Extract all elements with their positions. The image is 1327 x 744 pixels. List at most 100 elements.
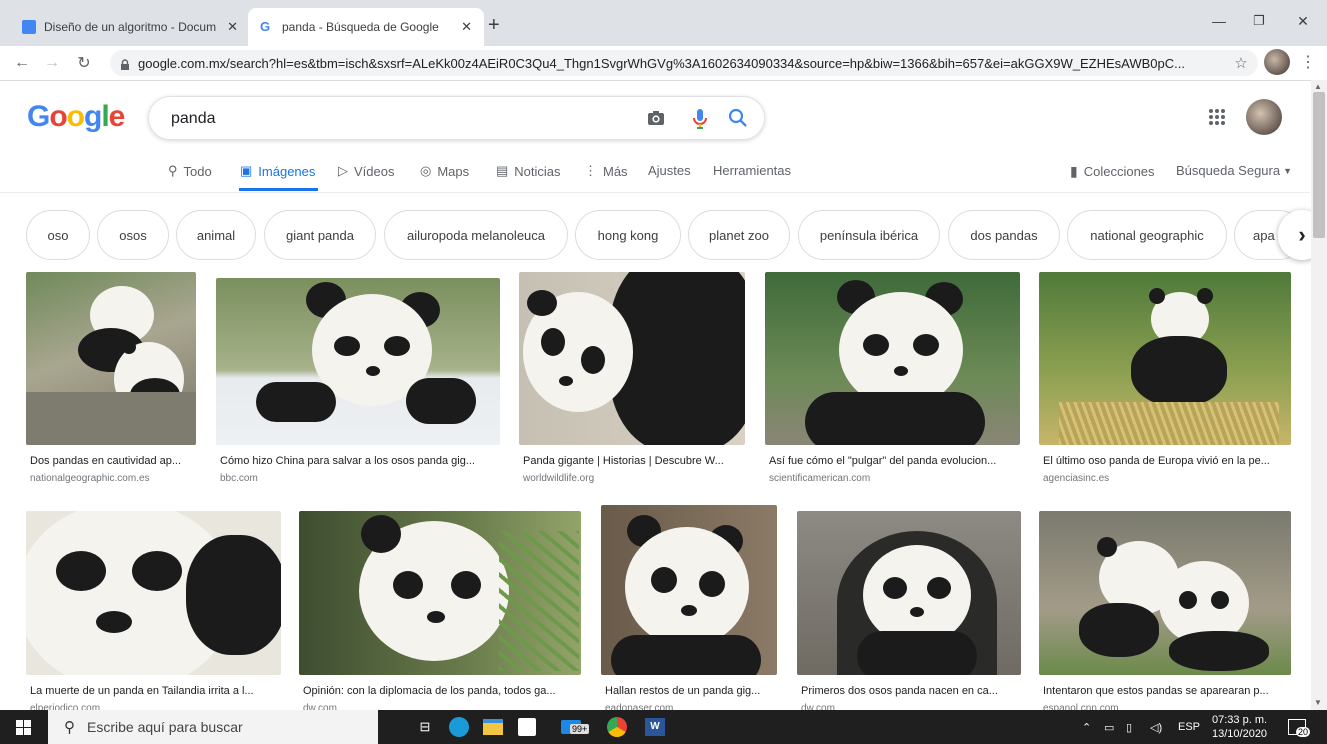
collections-link[interactable]: ▮ Colecciones <box>1070 163 1155 180</box>
panda-head <box>625 527 749 647</box>
tray-chevron-up-icon[interactable]: ⌃ <box>1082 710 1091 744</box>
panda-eye-patch <box>581 346 605 374</box>
tray-battery-icon[interactable]: ▯ <box>1126 710 1132 744</box>
apps-grid-icon[interactable] <box>1208 108 1226 131</box>
account-avatar[interactable] <box>1246 99 1282 135</box>
bookmark-icon: ▮ <box>1070 163 1078 179</box>
chip-dos-pandas[interactable]: dos pandas <box>948 210 1060 260</box>
tab-mas[interactable]: ⋮ Más <box>584 163 628 179</box>
panda-head <box>863 545 971 645</box>
result-title[interactable]: Así fue cómo el "pulgar" del panda evolu… <box>769 455 1020 467</box>
task-view-icon[interactable]: ⊟ <box>412 714 438 740</box>
chip-ailuropoda[interactable]: ailuropoda melanoleuca <box>384 210 568 260</box>
file-explorer-icon[interactable] <box>480 714 506 740</box>
tray-volume-icon[interactable]: ◁) <box>1150 710 1162 744</box>
search-icon: ⚲ <box>168 163 178 178</box>
chip-animal[interactable]: animal <box>176 210 256 260</box>
result-source[interactable]: nationalgeographic.com.es <box>30 473 150 484</box>
chip-hong-kong[interactable]: hong kong <box>575 210 681 260</box>
restore-icon[interactable]: ❐ <box>1236 6 1282 36</box>
result-thumbnail[interactable] <box>519 272 745 445</box>
tab-ajustes[interactable]: Ajustes <box>648 163 691 178</box>
result-title[interactable]: La muerte de un panda en Tailandia irrit… <box>30 685 281 697</box>
result-title[interactable]: El último oso panda de Europa vivió en l… <box>1043 455 1291 467</box>
result-thumbnail[interactable] <box>797 511 1021 675</box>
language-indicator[interactable]: ESP <box>1178 710 1200 744</box>
tab-noticias[interactable]: ▤ Noticias <box>496 163 561 179</box>
google-logo[interactable]: Google <box>27 100 125 134</box>
result-thumbnail[interactable] <box>26 511 281 675</box>
chip-osos[interactable]: osos <box>97 210 169 260</box>
result-thumbnail[interactable] <box>601 505 777 675</box>
windows-taskbar: ⚲ Escribe aquí para buscar ⊟ 99+ W ⌃ ▭ ▯… <box>0 710 1327 744</box>
panda-body <box>1131 336 1227 406</box>
result-thumbnail[interactable] <box>216 278 500 445</box>
microphone-icon[interactable] <box>689 107 713 131</box>
result-title[interactable]: Intentaron que estos pandas se aparearan… <box>1043 685 1291 697</box>
windows-start-icon[interactable] <box>16 720 31 740</box>
result-thumbnail[interactable] <box>1039 272 1291 445</box>
back-icon[interactable]: ← <box>10 51 34 75</box>
search-icon[interactable] <box>727 107 751 131</box>
result-thumbnail[interactable] <box>765 272 1020 445</box>
result-title[interactable]: Cómo hizo China para salvar a los osos p… <box>220 455 496 467</box>
profile-avatar[interactable] <box>1264 49 1290 75</box>
result-title[interactable]: Primeros dos osos panda nacen en ca... <box>801 685 1021 697</box>
panda-nose <box>366 366 380 376</box>
result-source[interactable]: worldwildlife.org <box>523 473 594 484</box>
tab-todo[interactable]: ⚲ Todo <box>168 163 212 179</box>
taskbar-search[interactable]: ⚲ Escribe aquí para buscar <box>48 710 378 744</box>
bookmark-star-icon[interactable]: ☆ <box>1230 54 1252 72</box>
window-close-icon[interactable]: ✕ <box>1280 6 1326 36</box>
scrollbar-thumb[interactable] <box>1313 92 1325 238</box>
result-source[interactable]: agenciasinc.es <box>1043 473 1109 484</box>
result-title[interactable]: Panda gigante | Historias | Descubre W..… <box>523 455 745 467</box>
scroll-down-icon[interactable]: ▼ <box>1314 698 1322 707</box>
result-thumbnail[interactable] <box>299 511 581 675</box>
tab-videos[interactable]: ▷ Vídeos <box>338 163 394 179</box>
close-icon[interactable]: ✕ <box>461 19 472 35</box>
tab-imagenes[interactable]: ▣ Imágenes <box>240 163 315 179</box>
result-title[interactable]: Opinión: con la diplomacia de los panda,… <box>303 685 581 697</box>
scroll-up-icon[interactable]: ▲ <box>1314 82 1322 91</box>
clock[interactable]: 07:33 p. m. 13/10/2020 <box>1212 710 1267 744</box>
chip-oso[interactable]: oso <box>26 210 90 260</box>
chip-giant-panda[interactable]: giant panda <box>264 210 376 260</box>
panda-eye-patch <box>1211 591 1229 609</box>
rock <box>26 392 196 445</box>
forward-icon[interactable]: → <box>40 51 64 75</box>
action-center-icon[interactable]: 20 <box>1288 710 1311 744</box>
docs-icon <box>22 20 36 34</box>
store-icon[interactable] <box>514 714 540 740</box>
pin-icon: ◎ <box>420 163 432 178</box>
mail-icon[interactable]: 99+ <box>548 714 594 740</box>
camera-icon[interactable] <box>645 107 669 131</box>
chip-peninsula-iberica[interactable]: península ibérica <box>798 210 940 260</box>
bamboo <box>499 531 579 671</box>
word-icon[interactable]: W <box>642 714 668 740</box>
tab-maps[interactable]: ◎ Maps <box>420 163 469 179</box>
result-thumbnail[interactable] <box>26 272 196 445</box>
browser-tab-google[interactable]: G panda - Búsqueda de Google ✕ <box>248 8 484 46</box>
chip-planet-zoo[interactable]: planet zoo <box>688 210 790 260</box>
omnibox[interactable]: google.com.mx/search?hl=es&tbm=isch&sxsr… <box>110 50 1258 76</box>
search-input[interactable] <box>169 107 613 131</box>
edge-icon[interactable] <box>446 714 472 740</box>
menu-kebab-icon[interactable]: ⋮ <box>1300 52 1316 72</box>
result-title[interactable]: Hallan restos de un panda gig... <box>605 685 777 697</box>
result-title[interactable]: Dos pandas en cautividad ap... <box>30 455 196 467</box>
tray-network-icon[interactable]: ▭ <box>1104 710 1114 744</box>
safe-search-dropdown[interactable]: Búsqueda Segura ▼ <box>1176 163 1292 178</box>
taskbar-search-placeholder: Escribe aquí para buscar <box>87 719 243 735</box>
browser-tab-docs[interactable]: Diseño de un algoritmo - Docum ✕ <box>10 8 250 46</box>
close-icon[interactable]: ✕ <box>227 19 238 35</box>
result-source[interactable]: scientificamerican.com <box>769 473 870 484</box>
panda-ear <box>361 515 401 553</box>
tab-herramientas[interactable]: Herramientas <box>713 163 791 178</box>
reload-icon[interactable]: ↻ <box>72 51 96 75</box>
new-tab-icon[interactable]: + <box>488 14 500 37</box>
chrome-icon[interactable] <box>604 714 630 740</box>
chip-national-geographic[interactable]: national geographic <box>1067 210 1227 260</box>
result-source[interactable]: bbc.com <box>220 473 258 484</box>
result-thumbnail[interactable] <box>1039 511 1291 675</box>
